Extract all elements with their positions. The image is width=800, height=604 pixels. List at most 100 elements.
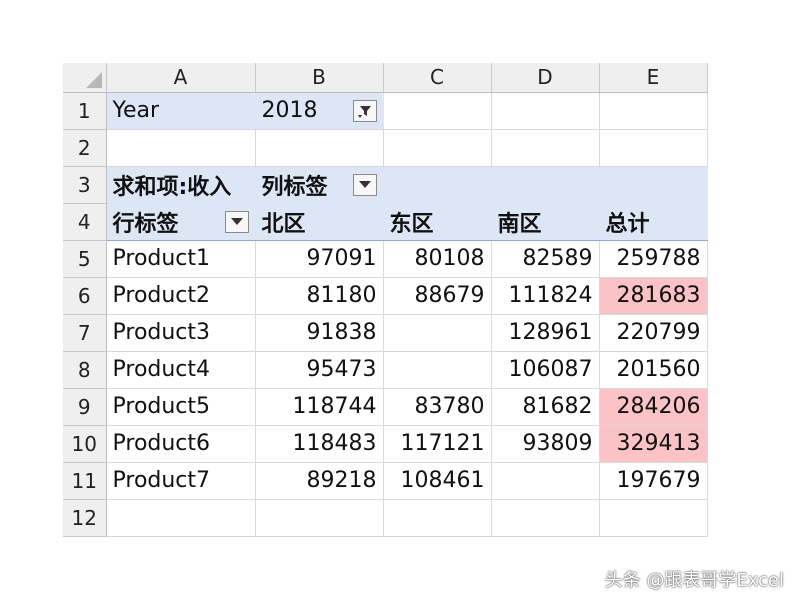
row-header[interactable]: 10 xyxy=(63,425,107,463)
value-cell[interactable] xyxy=(383,351,492,389)
row-header[interactable]: 1 xyxy=(63,92,107,130)
product-name-cell[interactable]: Product5 xyxy=(106,388,256,426)
total-cell-highlighted[interactable]: 281683 xyxy=(599,277,708,315)
row-header[interactable]: 9 xyxy=(63,388,107,426)
pivot-header-north[interactable]: 北区 xyxy=(255,203,384,241)
chevron-down-icon xyxy=(358,181,371,188)
cell[interactable] xyxy=(491,166,600,204)
column-label-dropdown-button[interactable] xyxy=(352,173,377,196)
row-label-dropdown-button[interactable] xyxy=(224,210,249,233)
column-header-c[interactable]: C xyxy=(383,63,492,93)
cell[interactable] xyxy=(106,499,256,537)
pivot-column-label-cell[interactable]: 列标签 xyxy=(255,166,384,204)
value-cell[interactable]: 81180 xyxy=(255,277,384,315)
value-cell[interactable]: 97091 xyxy=(255,240,384,278)
cell[interactable] xyxy=(599,129,708,167)
value-cell[interactable] xyxy=(383,314,492,352)
cell[interactable] xyxy=(106,129,256,167)
pivot-column-label: 列标签 xyxy=(261,174,328,200)
sheet-row: 3 求和项:收入 列标签 xyxy=(63,166,708,204)
pivot-header-east[interactable]: 东区 xyxy=(383,203,492,241)
row-header[interactable]: 7 xyxy=(63,314,107,352)
pivot-value-label[interactable]: 求和项:收入 xyxy=(106,166,256,204)
cell[interactable] xyxy=(599,499,708,537)
value-cell[interactable]: 118483 xyxy=(255,425,384,463)
value-cell[interactable]: 88679 xyxy=(383,277,492,315)
row-header[interactable]: 11 xyxy=(63,462,107,500)
table-row: 7 Product3 91838 128961 220799 xyxy=(63,314,708,352)
row-header[interactable]: 6 xyxy=(63,277,107,315)
product-name-cell[interactable]: Product2 xyxy=(106,277,256,315)
select-all-icon xyxy=(85,71,102,88)
total-cell[interactable]: 220799 xyxy=(599,314,708,352)
value-cell[interactable]: 118744 xyxy=(255,388,384,426)
column-header-b[interactable]: B xyxy=(255,63,384,93)
sheet-row: 1 Year 2018 xyxy=(63,92,708,130)
total-cell-highlighted[interactable]: 284206 xyxy=(599,388,708,426)
pivot-row-label: 行标签 xyxy=(112,211,179,237)
filter-funnel-icon xyxy=(357,105,371,118)
cell[interactable] xyxy=(383,166,492,204)
value-cell[interactable]: 81682 xyxy=(491,388,600,426)
cell[interactable] xyxy=(255,129,384,167)
column-header-e[interactable]: E xyxy=(599,63,708,93)
value-cell[interactable]: 95473 xyxy=(255,351,384,389)
row-header[interactable]: 3 xyxy=(63,166,107,204)
cell[interactable] xyxy=(383,129,492,167)
product-name-cell[interactable]: Product1 xyxy=(106,240,256,278)
row-header[interactable]: 8 xyxy=(63,351,107,389)
product-name-cell[interactable]: Product3 xyxy=(106,314,256,352)
table-row: 10 Product6 118483 117121 93809 329413 xyxy=(63,425,708,463)
filter-dropdown-button[interactable] xyxy=(352,99,377,122)
spreadsheet-grid: A B C D E 1 Year 2018 2 3 求和项:收入 列标签 4 行… xyxy=(63,63,708,537)
value-cell[interactable]: 91838 xyxy=(255,314,384,352)
cell[interactable] xyxy=(255,499,384,537)
row-header[interactable]: 2 xyxy=(63,129,107,167)
value-cell[interactable]: 106087 xyxy=(491,351,600,389)
value-cell[interactable]: 128961 xyxy=(491,314,600,352)
cell[interactable] xyxy=(383,499,492,537)
table-row: 6 Product2 81180 88679 111824 281683 xyxy=(63,277,708,315)
value-cell[interactable]: 89218 xyxy=(255,462,384,500)
pivot-header-south[interactable]: 南区 xyxy=(491,203,600,241)
column-header-d[interactable]: D xyxy=(491,63,600,93)
product-name-cell[interactable]: Product6 xyxy=(106,425,256,463)
column-header-a[interactable]: A xyxy=(106,63,256,93)
table-row: 11 Product7 89218 108461 197679 xyxy=(63,462,708,500)
row-header[interactable]: 12 xyxy=(63,499,107,537)
select-all-corner[interactable] xyxy=(63,63,107,93)
row-header[interactable]: 4 xyxy=(63,203,107,241)
total-cell-highlighted[interactable]: 329413 xyxy=(599,425,708,463)
cell[interactable] xyxy=(491,499,600,537)
filter-label-cell[interactable]: Year xyxy=(106,92,256,130)
total-cell[interactable]: 197679 xyxy=(599,462,708,500)
filter-value-cell[interactable]: 2018 xyxy=(255,92,384,130)
cell[interactable] xyxy=(599,166,708,204)
pivot-header-total[interactable]: 总计 xyxy=(599,203,708,241)
value-cell[interactable]: 108461 xyxy=(383,462,492,500)
cell[interactable] xyxy=(491,92,600,130)
value-cell[interactable]: 93809 xyxy=(491,425,600,463)
sheet-row: 2 xyxy=(63,129,708,167)
value-cell[interactable]: 82589 xyxy=(491,240,600,278)
total-cell[interactable]: 259788 xyxy=(599,240,708,278)
value-cell[interactable]: 83780 xyxy=(383,388,492,426)
table-row: 8 Product4 95473 106087 201560 xyxy=(63,351,708,389)
cell[interactable] xyxy=(491,129,600,167)
row-header[interactable]: 5 xyxy=(63,240,107,278)
product-name-cell[interactable]: Product7 xyxy=(106,462,256,500)
cell[interactable] xyxy=(599,92,708,130)
total-cell[interactable]: 201560 xyxy=(599,351,708,389)
table-row: 9 Product5 118744 83780 81682 284206 xyxy=(63,388,708,426)
value-cell[interactable]: 117121 xyxy=(383,425,492,463)
filter-value: 2018 xyxy=(261,98,318,123)
chevron-down-icon xyxy=(230,218,243,225)
sheet-row: 4 行标签 北区 东区 南区 总计 xyxy=(63,203,708,241)
watermark-text: 头条 @跟表哥学Excel xyxy=(604,570,784,591)
value-cell[interactable] xyxy=(491,462,600,500)
cell[interactable] xyxy=(383,92,492,130)
pivot-row-label-cell[interactable]: 行标签 xyxy=(106,203,256,241)
value-cell[interactable]: 111824 xyxy=(491,277,600,315)
product-name-cell[interactable]: Product4 xyxy=(106,351,256,389)
value-cell[interactable]: 80108 xyxy=(383,240,492,278)
